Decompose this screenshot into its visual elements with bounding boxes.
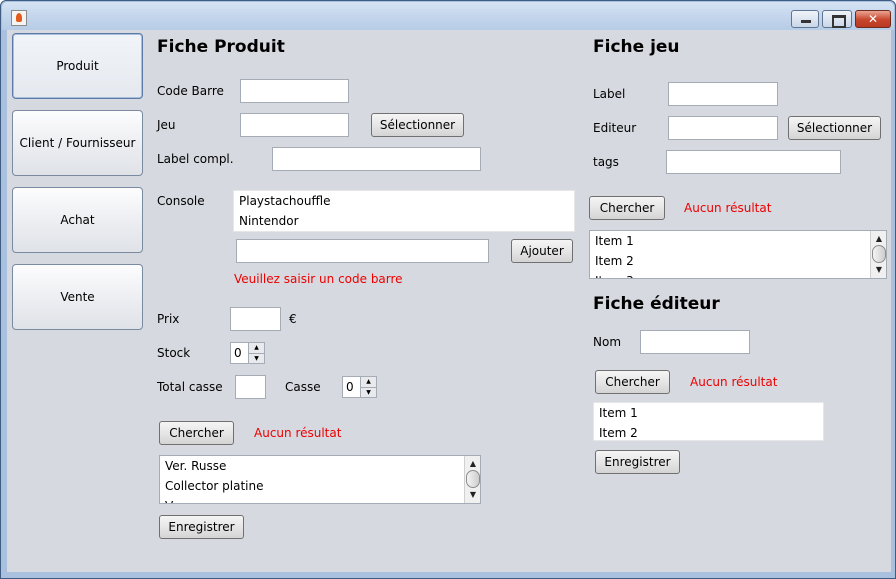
jeu-input[interactable]	[240, 113, 349, 137]
spinner-down-icon[interactable]: ▼	[249, 353, 264, 363]
editeur-enregistrer-button[interactable]: Enregistrer	[595, 450, 680, 474]
code-barre-input[interactable]	[240, 79, 349, 103]
scroll-up-icon[interactable]: ▲	[872, 232, 886, 246]
produit-chercher-button[interactable]: Chercher	[159, 421, 234, 445]
client-area: Produit Client / Fournisseur Achat Vente…	[7, 30, 891, 572]
title-bar[interactable]: ✕	[2, 2, 894, 30]
spinner-up-icon[interactable]: ▲	[249, 343, 264, 353]
label-compl-label: Label compl.	[157, 152, 234, 166]
code-barre-label: Code Barre	[157, 84, 224, 98]
spinner-down-icon[interactable]: ▼	[361, 387, 376, 397]
produit-results-scrollbar[interactable]: ▲ ▼	[464, 456, 480, 503]
produit-results-list[interactable]: Ver. Russe Collector platine Ve... ▲ ▼	[159, 455, 481, 504]
console-label: Console	[157, 194, 205, 208]
nav-button-client-fournisseur[interactable]: Client / Fournisseur	[12, 110, 143, 176]
tags-input[interactable]	[666, 150, 841, 174]
list-item[interactable]: Item 2	[594, 423, 823, 440]
jeu-selectionner-button[interactable]: Sélectionner	[788, 116, 881, 140]
nom-input[interactable]	[640, 330, 750, 354]
scroll-thumb[interactable]	[872, 245, 886, 263]
casse-value: 0	[346, 380, 354, 394]
scroll-down-icon[interactable]: ▼	[872, 263, 886, 277]
scroll-down-icon[interactable]: ▼	[466, 488, 480, 502]
jeu-result-message: Aucun résultat	[684, 201, 772, 215]
casse-label: Casse	[285, 380, 321, 394]
error-message: Veuillez saisir un code barre	[234, 272, 403, 286]
maximize-button[interactable]	[822, 10, 852, 28]
tags-label: tags	[593, 155, 619, 169]
total-casse-input[interactable]	[235, 375, 266, 399]
label-compl-input[interactable]	[272, 147, 481, 171]
jeu-results-scrollbar[interactable]: ▲ ▼	[870, 231, 886, 278]
nav-label: Produit	[56, 59, 99, 73]
jeu-chercher-button[interactable]: Chercher	[589, 196, 665, 220]
ajouter-button[interactable]: Ajouter	[511, 239, 573, 263]
spinner-up-icon[interactable]: ▲	[361, 377, 376, 387]
editeur-label: Editeur	[593, 121, 637, 135]
application-window: ✕ Produit Client / Fournisseur Achat Ven…	[0, 0, 896, 579]
prix-input[interactable]	[230, 307, 281, 331]
list-item[interactable]: Collector platine	[160, 476, 480, 496]
prix-label: Prix	[157, 312, 180, 326]
scroll-up-icon[interactable]: ▲	[466, 457, 480, 471]
nav-label: Achat	[60, 213, 95, 227]
nom-label: Nom	[593, 335, 622, 349]
close-button[interactable]: ✕	[855, 10, 891, 28]
produit-selectionner-button[interactable]: Sélectionner	[371, 113, 464, 137]
nav-button-vente[interactable]: Vente	[12, 264, 143, 330]
stock-label: Stock	[157, 346, 191, 360]
list-item[interactable]: Item 1	[594, 403, 823, 423]
jeu-label-label: Label	[593, 87, 626, 101]
list-item[interactable]: Nintendor	[234, 211, 574, 231]
editeur-results-list[interactable]: Item 1 Item 2	[593, 402, 824, 441]
total-casse-label: Total casse	[157, 380, 223, 394]
stock-value: 0	[234, 346, 242, 360]
jeu-label-input[interactable]	[668, 82, 778, 106]
nav-button-produit[interactable]: Produit	[12, 33, 143, 99]
java-app-icon	[11, 10, 27, 26]
produit-result-message: Aucun résultat	[254, 426, 342, 440]
fiche-produit-title: Fiche Produit	[157, 37, 285, 57]
nav-label: Vente	[60, 290, 95, 304]
list-item[interactable]: Item 1	[590, 231, 886, 251]
minimize-button[interactable]	[791, 10, 819, 28]
stock-spinner-arrows[interactable]: ▲ ▼	[248, 343, 264, 363]
console-input[interactable]	[236, 239, 489, 263]
list-item[interactable]: Item 2	[590, 251, 886, 271]
list-item[interactable]: Ver. Russe	[160, 456, 480, 476]
jeu-results-list[interactable]: Item 1 Item 2 Item 3 ▲ ▼	[589, 230, 887, 279]
console-list[interactable]: Playstachouffle Nintendor	[233, 190, 575, 232]
editeur-input[interactable]	[668, 116, 778, 140]
nav-button-achat[interactable]: Achat	[12, 187, 143, 253]
produit-enregistrer-button[interactable]: Enregistrer	[159, 515, 244, 539]
fiche-jeu-title: Fiche jeu	[593, 37, 680, 57]
editeur-chercher-button[interactable]: Chercher	[595, 370, 670, 394]
fiche-editeur-title: Fiche éditeur	[593, 294, 720, 314]
casse-spinner-arrows[interactable]: ▲ ▼	[360, 377, 376, 397]
list-item[interactable]: Playstachouffle	[234, 191, 574, 211]
stock-spinner[interactable]: 0 ▲ ▼	[230, 342, 265, 364]
currency-label: €	[289, 312, 297, 326]
editeur-result-message: Aucun résultat	[690, 375, 778, 389]
list-item[interactable]: Item 3	[590, 271, 886, 278]
jeu-label: Jeu	[157, 118, 176, 132]
scroll-thumb[interactable]	[466, 470, 480, 488]
nav-label: Client / Fournisseur	[19, 136, 136, 150]
list-item[interactable]: Ve...	[160, 496, 480, 503]
casse-spinner[interactable]: 0 ▲ ▼	[342, 376, 377, 398]
